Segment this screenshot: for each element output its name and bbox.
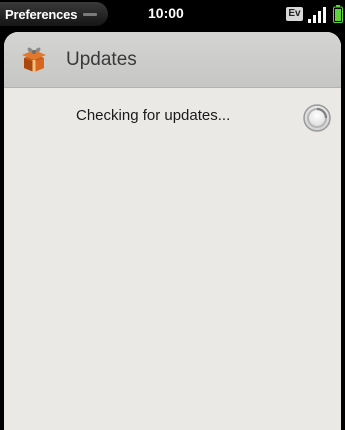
update-status-row: Checking for updates... [4,88,341,144]
page-header: Updates [4,32,341,88]
network-badge: Ev [286,7,303,21]
signal-bars-icon [308,7,326,23]
clock: 10:00 [148,5,184,21]
menu-indicator-icon [83,12,98,16]
app-menu-label: Preferences [5,6,78,22]
preferences-card: Updates Checking for updates... [4,32,341,430]
app-menu-button[interactable]: Preferences [0,2,108,26]
battery-icon [333,5,343,23]
activity-spinner-icon [303,104,331,132]
page-title: Updates [66,49,137,70]
status-bar: Preferences 10:00 Ev [0,0,345,30]
update-status-text: Checking for updates... [76,107,231,124]
updates-gift-icon [22,47,46,72]
phone-screen: Preferences 10:00 Ev Updates Checking fo… [0,0,345,430]
